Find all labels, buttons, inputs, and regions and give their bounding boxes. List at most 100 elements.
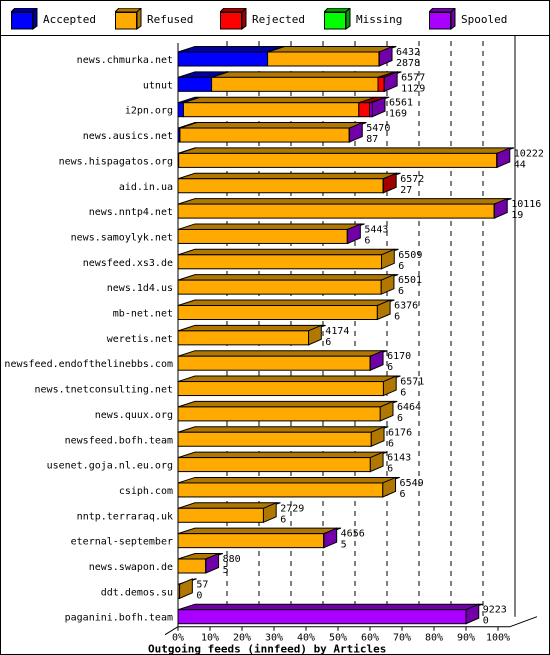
bar-top-refused [177, 324, 326, 332]
bar-segment-refused [177, 406, 381, 422]
value-label-total: 6464 [397, 402, 421, 413]
value-label-total: 10116 [511, 199, 541, 210]
bar-segment-refused [177, 254, 383, 270]
bar-segment-refused [177, 355, 371, 371]
value-label-secondary: 5 [223, 565, 229, 576]
value-label-total: 6143 [387, 453, 411, 464]
value-label-total: 6170 [387, 351, 411, 362]
chart-frame: Accepted Refused Rejected Missing Spooled 0%… [0, 0, 550, 655]
value-label-total: 6432 [396, 47, 420, 58]
value-label-secondary: 6 [398, 286, 404, 297]
category-label: mb-net.net [113, 309, 173, 320]
bar-top-spooled [177, 603, 484, 611]
value-label-total: 6501 [398, 275, 422, 286]
value-label-secondary: 6 [400, 489, 406, 500]
bar-top-refused [177, 476, 400, 484]
bar-top-refused [177, 274, 399, 281]
value-label-secondary: 44 [514, 159, 526, 170]
value-label-secondary: 6 [397, 413, 403, 424]
bar-top-refused [177, 527, 341, 535]
category-label: paganini.bofh.team [65, 613, 173, 624]
bar-segment-refused [177, 381, 384, 397]
value-label-total: 880 [223, 554, 241, 565]
value-label-total: 6571 [400, 377, 424, 388]
bar-top-refused [177, 223, 365, 230]
x-axis-title: Outgoing feeds (innfeed) by Articles [148, 643, 386, 655]
legend-swatch-missing [324, 8, 351, 30]
bar-segment-accepted [177, 102, 184, 118]
value-label-total: 5470 [366, 123, 390, 134]
bar-top-refused [177, 375, 401, 383]
legend-label-refused: Refused [147, 13, 194, 26]
value-label-total: 6176 [388, 427, 412, 438]
legend-swatch-spooled [429, 8, 456, 30]
x-tick-label: 80% [425, 633, 443, 644]
x-tick-label: 90% [457, 633, 475, 644]
bar-top-refused [178, 147, 514, 154]
bar-segment-refused [211, 76, 379, 92]
bar-segment-refused [267, 51, 380, 67]
value-label-secondary: 0 [483, 616, 489, 627]
category-label: news.hispagatos.org [59, 156, 173, 167]
bar-top-refused [177, 426, 389, 433]
bar-segment-rejected [377, 76, 385, 92]
legend-label-accepted: Accepted [43, 13, 96, 26]
category-label: eternal-september [71, 537, 173, 548]
bar-segment-accepted [177, 51, 269, 67]
bar-top-refused [183, 96, 376, 104]
bar-segment-refused [177, 330, 310, 346]
category-label: news.swapon.de [89, 562, 173, 573]
value-label-total: 10222 [514, 148, 544, 159]
bar-top-refused [177, 198, 512, 205]
bar-top-refused [177, 350, 388, 357]
category-label: newsfeed.endofthelinebbs.com [4, 359, 173, 370]
value-label-secondary: 87 [366, 134, 378, 145]
value-label-secondary: 6 [387, 464, 393, 475]
category-label: news.1d4.us [107, 283, 173, 294]
legend-label-rejected: Rejected [252, 13, 305, 26]
bar-segment-rejected [358, 102, 371, 118]
bar-segment-refused [182, 102, 360, 118]
axis-floor-right [509, 616, 538, 628]
bar-top-refused [211, 71, 396, 78]
value-label-total: 5443 [364, 224, 388, 235]
value-label-secondary: 6 [394, 312, 400, 323]
bar-segment-accepted [177, 76, 213, 92]
value-label-secondary: 6 [388, 438, 394, 449]
bar-segment-refused [177, 558, 207, 574]
bar-top-refused [177, 248, 399, 256]
category-label: news.ausics.net [83, 131, 173, 142]
value-label-total: 6549 [400, 478, 424, 489]
bar-segment-refused [177, 431, 372, 447]
value-label-secondary: 6 [387, 362, 393, 373]
value-label-total: 4174 [325, 326, 349, 337]
category-label: news.samoylyk.net [71, 232, 173, 243]
category-label: news.quux.org [95, 410, 173, 421]
value-label-total: 57 [196, 579, 208, 590]
legend-label-spooled: Spooled [461, 13, 508, 26]
category-label: newsfeed.xs3.de [83, 258, 173, 269]
bar-segment-refused [177, 482, 384, 498]
chart-plot: 0% 10% 20% 30% 40% 50% 60% 70% 80% 90% 100%Outgoin… [4, 36, 544, 655]
value-label-total: 6376 [394, 301, 418, 312]
category-label: utnut [143, 80, 173, 91]
category-label: newsfeed.bofh.team [65, 435, 173, 446]
bar-top-refused [177, 400, 398, 408]
category-label: news.tnetconsulting.net [35, 385, 173, 396]
category-label: news.chmurka.net [77, 55, 173, 66]
value-label-secondary: 6 [364, 235, 370, 246]
bar-end-cap [179, 578, 193, 600]
value-label-secondary: 5 [341, 540, 347, 551]
category-label: nntp.terraraq.uk [77, 511, 173, 522]
legend-swatch-refused [115, 8, 142, 30]
value-label-secondary: 6 [398, 261, 404, 272]
bar-segment-refused [179, 127, 350, 143]
bar-segment-refused [177, 203, 495, 219]
legend: Accepted Refused Rejected Missing Spooled [1, 1, 549, 36]
value-label-secondary: 0 [196, 590, 202, 601]
value-label-secondary: 169 [389, 109, 407, 120]
legend-swatch-rejected [220, 8, 247, 30]
value-label-total: 6572 [400, 174, 424, 185]
legend-swatch-accepted [11, 8, 38, 30]
bar-top-refused [267, 46, 397, 53]
